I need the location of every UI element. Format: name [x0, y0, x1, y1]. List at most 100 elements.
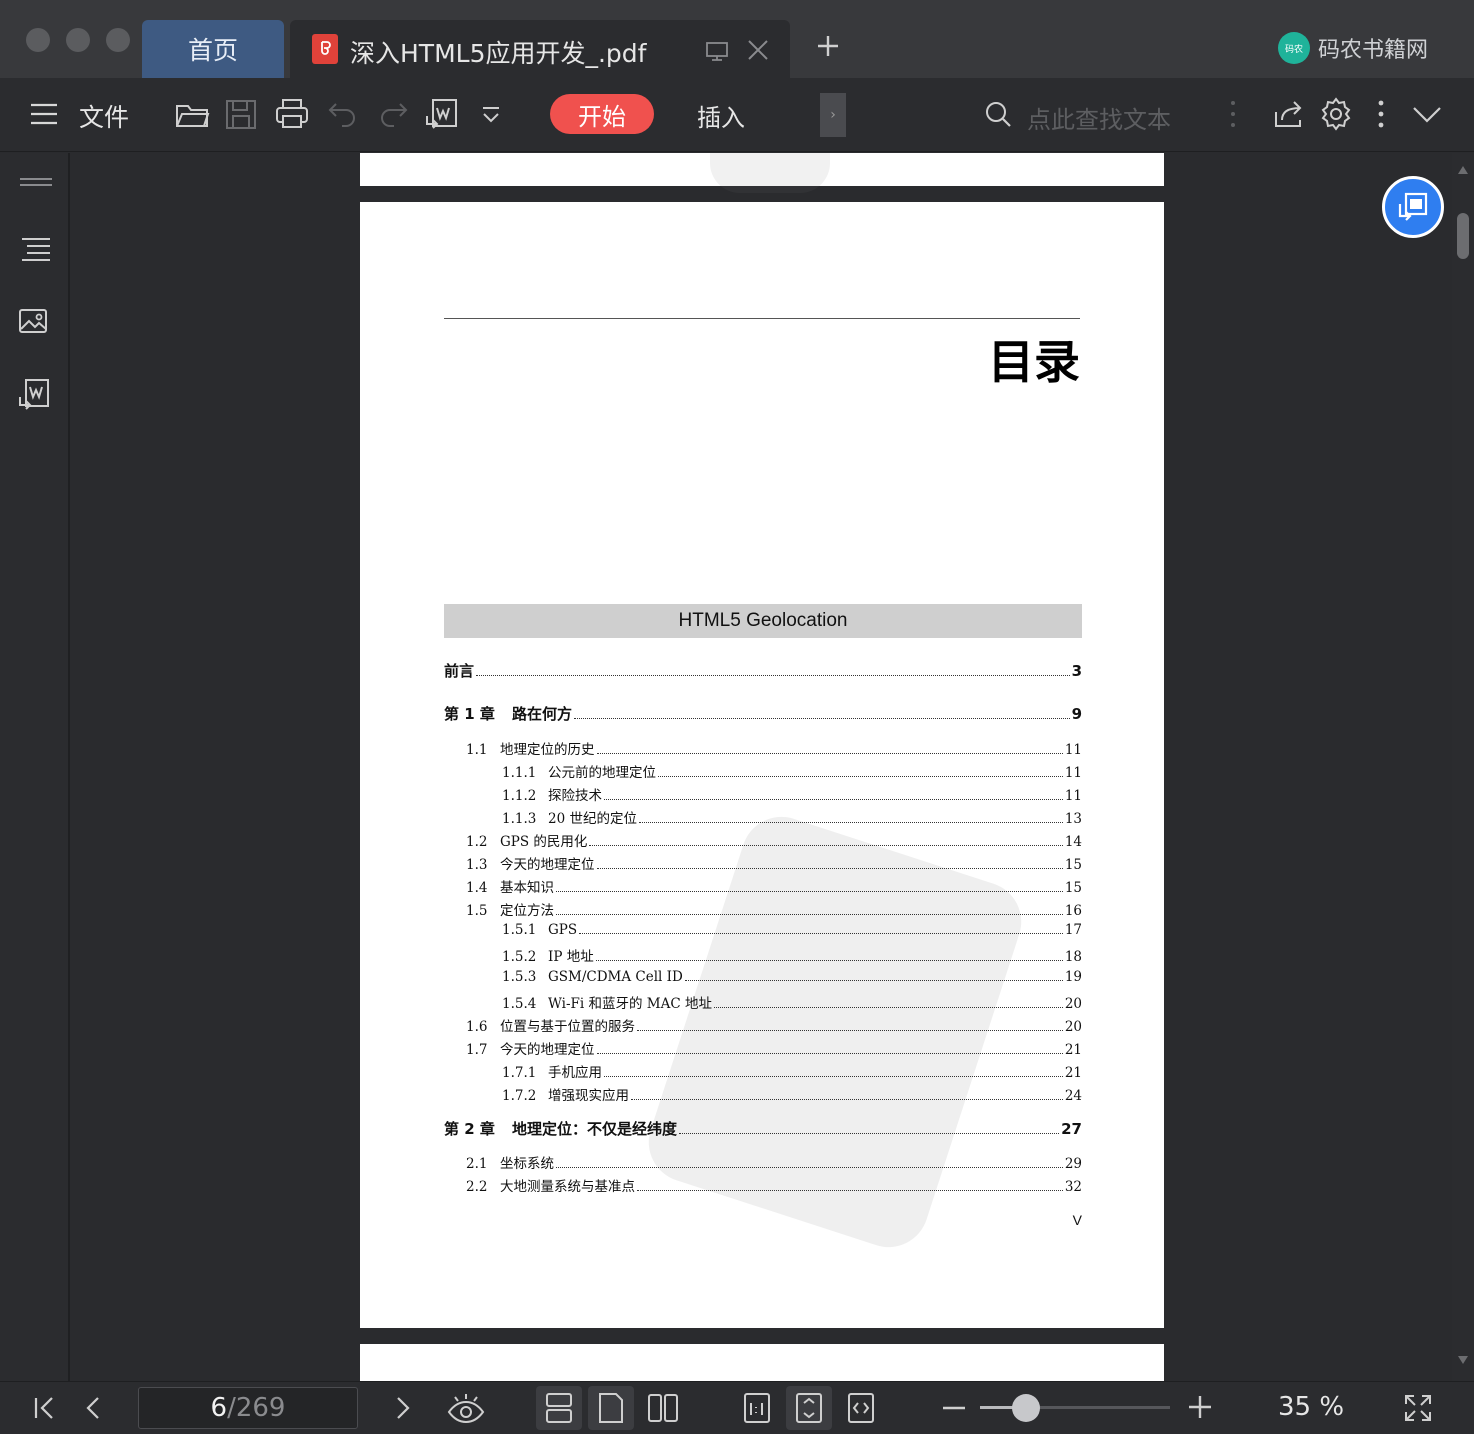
- toc-section-row[interactable]: 1.1.2 探险技术 11: [502, 784, 1082, 804]
- toc-section-row[interactable]: 1.5 定位方法 16: [466, 899, 1082, 919]
- page-separator: /: [227, 1393, 236, 1423]
- zoom-slider-handle[interactable]: [1011, 1394, 1040, 1422]
- toc-chapter-row[interactable]: 第 2 章地理定位：不仅是经纬度 27: [444, 1118, 1082, 1139]
- vertical-scrollbar[interactable]: [1452, 153, 1474, 1381]
- thumbnails-icon[interactable]: [18, 171, 54, 199]
- toc-number: 1.1.1: [502, 765, 537, 781]
- toc-leader-dots: [631, 1099, 1063, 1100]
- hamburger-icon[interactable]: [28, 98, 60, 134]
- image-icon[interactable]: [18, 307, 50, 341]
- continuous-view-icon: [546, 1393, 572, 1423]
- zoom-out-icon[interactable]: [940, 1394, 968, 1426]
- toc-number: 1.1.2: [502, 788, 537, 804]
- convert-icon[interactable]: [18, 377, 52, 417]
- open-folder-icon[interactable]: [174, 96, 210, 136]
- toc-section-row[interactable]: 1.5.3 GSM/CDMA Cell ID 19: [502, 969, 1082, 985]
- single-page-icon: [599, 1393, 623, 1423]
- toc-text: 公元前的地理定位: [548, 765, 656, 781]
- toc-page-number: 11: [1064, 788, 1082, 804]
- toc-leader-dots: [604, 1076, 1063, 1077]
- zoom-level[interactable]: 35 %: [1278, 1392, 1344, 1422]
- collapse-icon[interactable]: [1410, 100, 1444, 134]
- share-icon[interactable]: [1272, 96, 1306, 136]
- toc-chapter-row[interactable]: 第 1 章路在何方 9: [444, 703, 1082, 724]
- file-menu[interactable]: 文件: [79, 98, 129, 134]
- first-page-icon[interactable]: [30, 1392, 60, 1428]
- new-tab-icon[interactable]: [812, 30, 844, 62]
- zoom-in-icon[interactable]: [1186, 1392, 1214, 1426]
- toc-section-row[interactable]: 1.5.2 IP 地址 18: [502, 945, 1082, 965]
- toc-number: 1.7.1: [502, 1065, 537, 1081]
- toc-section-row[interactable]: 1.4 基本知识 15: [466, 876, 1082, 896]
- undo-icon[interactable]: [326, 96, 360, 136]
- toc-page-number: 11: [1064, 765, 1082, 781]
- more-options-icon[interactable]: [1222, 98, 1244, 134]
- brand[interactable]: 码农 码农书籍网: [1278, 32, 1428, 64]
- page-number-input[interactable]: 6 / 269: [138, 1387, 358, 1429]
- toc-section-row[interactable]: 1.6 位置与基于位置的服务 20: [466, 1015, 1082, 1035]
- more-tabs-button[interactable]: ›: [820, 93, 846, 137]
- close-tab-icon[interactable]: [746, 38, 770, 66]
- toc-text: 位置与基于位置的服务: [500, 1019, 635, 1035]
- toc-section-row[interactable]: 1.7.1 手机应用 21: [502, 1061, 1082, 1081]
- toc-page-number: 24: [1064, 1088, 1082, 1104]
- single-page-button[interactable]: [588, 1386, 634, 1430]
- dropdown-icon[interactable]: [478, 102, 504, 132]
- next-page-icon[interactable]: [390, 1392, 416, 1428]
- toc-section-row[interactable]: 1.7 今天的地理定位 21: [466, 1038, 1082, 1058]
- tab-start[interactable]: 开始: [550, 94, 654, 134]
- desktop-icon[interactable]: [704, 38, 730, 68]
- toc-section-row[interactable]: 1.5.4 Wi-Fi 和蓝牙的 MAC 地址 20: [502, 992, 1082, 1012]
- toc-section-row[interactable]: 1.7.2 增强现实应用 24: [502, 1084, 1082, 1104]
- search-input[interactable]: 点此查找文本: [1027, 100, 1171, 135]
- toc-section-row[interactable]: 1.1.1 公元前的地理定位 11: [502, 761, 1082, 781]
- continuous-view-button[interactable]: [536, 1386, 582, 1430]
- zoom-slider[interactable]: [980, 1406, 1170, 1409]
- toc-section-row[interactable]: 1.1.3 20 世纪的定位 13: [502, 807, 1082, 827]
- settings-icon[interactable]: [1318, 96, 1354, 136]
- toc-page-number: 21: [1064, 1042, 1082, 1058]
- toc-section-row[interactable]: 1.5.1 GPS 17: [502, 922, 1082, 938]
- toc-text: GPS 的民用化: [500, 834, 588, 850]
- actual-size-button[interactable]: [734, 1386, 780, 1430]
- toc-leader-dots: [637, 1190, 1063, 1191]
- redo-icon[interactable]: [376, 96, 410, 136]
- toc-text: 前言: [444, 662, 475, 680]
- fit-page-button[interactable]: [786, 1386, 832, 1430]
- toc-chapter-row[interactable]: 前言 3: [444, 660, 1082, 681]
- scrollbar-thumb[interactable]: [1457, 213, 1469, 259]
- toc-section-row[interactable]: 1.3 今天的地理定位 15: [466, 853, 1082, 873]
- toc-section-row[interactable]: 2.2 大地测量系统与基准点 32: [466, 1175, 1082, 1195]
- tab-insert[interactable]: 插入: [697, 98, 745, 133]
- window-minimize-button[interactable]: [66, 28, 90, 52]
- toc-leader-dots: [589, 845, 1063, 846]
- search-icon[interactable]: [982, 98, 1014, 134]
- toc-leader-dots: [579, 933, 1063, 934]
- print-icon[interactable]: [274, 96, 310, 136]
- prev-page-icon[interactable]: [80, 1392, 106, 1428]
- more-icon[interactable]: [1370, 98, 1392, 134]
- toc-section-row[interactable]: 2.1 坐标系统 29: [466, 1152, 1082, 1172]
- pdf-convert-fab[interactable]: [1382, 176, 1444, 238]
- tab-home[interactable]: 首页: [142, 20, 284, 78]
- toc-leader-dots: [638, 822, 1063, 823]
- toc-section-row[interactable]: 1.1 地理定位的历史 11: [466, 738, 1082, 758]
- eye-icon[interactable]: [446, 1392, 486, 1430]
- toc-number: 1.5.3: [502, 969, 537, 985]
- fullscreen-icon[interactable]: [1402, 1392, 1434, 1428]
- toc-section-row[interactable]: 1.2 GPS 的民用化 14: [466, 830, 1082, 850]
- toc-page-number: 3: [1071, 662, 1082, 680]
- toc-number: 2.1: [466, 1156, 488, 1172]
- outline-icon[interactable]: [18, 235, 54, 269]
- toc-text: 地理定位的历史: [500, 742, 595, 758]
- pdf-to-word-icon[interactable]: [424, 96, 460, 136]
- tab-document[interactable]: 深入HTML5应用开发_.pdf: [290, 20, 790, 78]
- fit-width-button[interactable]: [838, 1386, 884, 1430]
- window-maximize-button[interactable]: [106, 28, 130, 52]
- document-canvas[interactable]: 目录 HTML5 Geolocation 前言 3 第 1 章路在何方 9 1.1 地理定…: [72, 153, 1452, 1381]
- window-close-button[interactable]: [26, 28, 50, 52]
- two-page-button[interactable]: [640, 1386, 686, 1430]
- page-number: V: [1072, 1212, 1082, 1228]
- toc-leader-dots: [596, 1053, 1063, 1054]
- save-icon[interactable]: [224, 96, 258, 136]
